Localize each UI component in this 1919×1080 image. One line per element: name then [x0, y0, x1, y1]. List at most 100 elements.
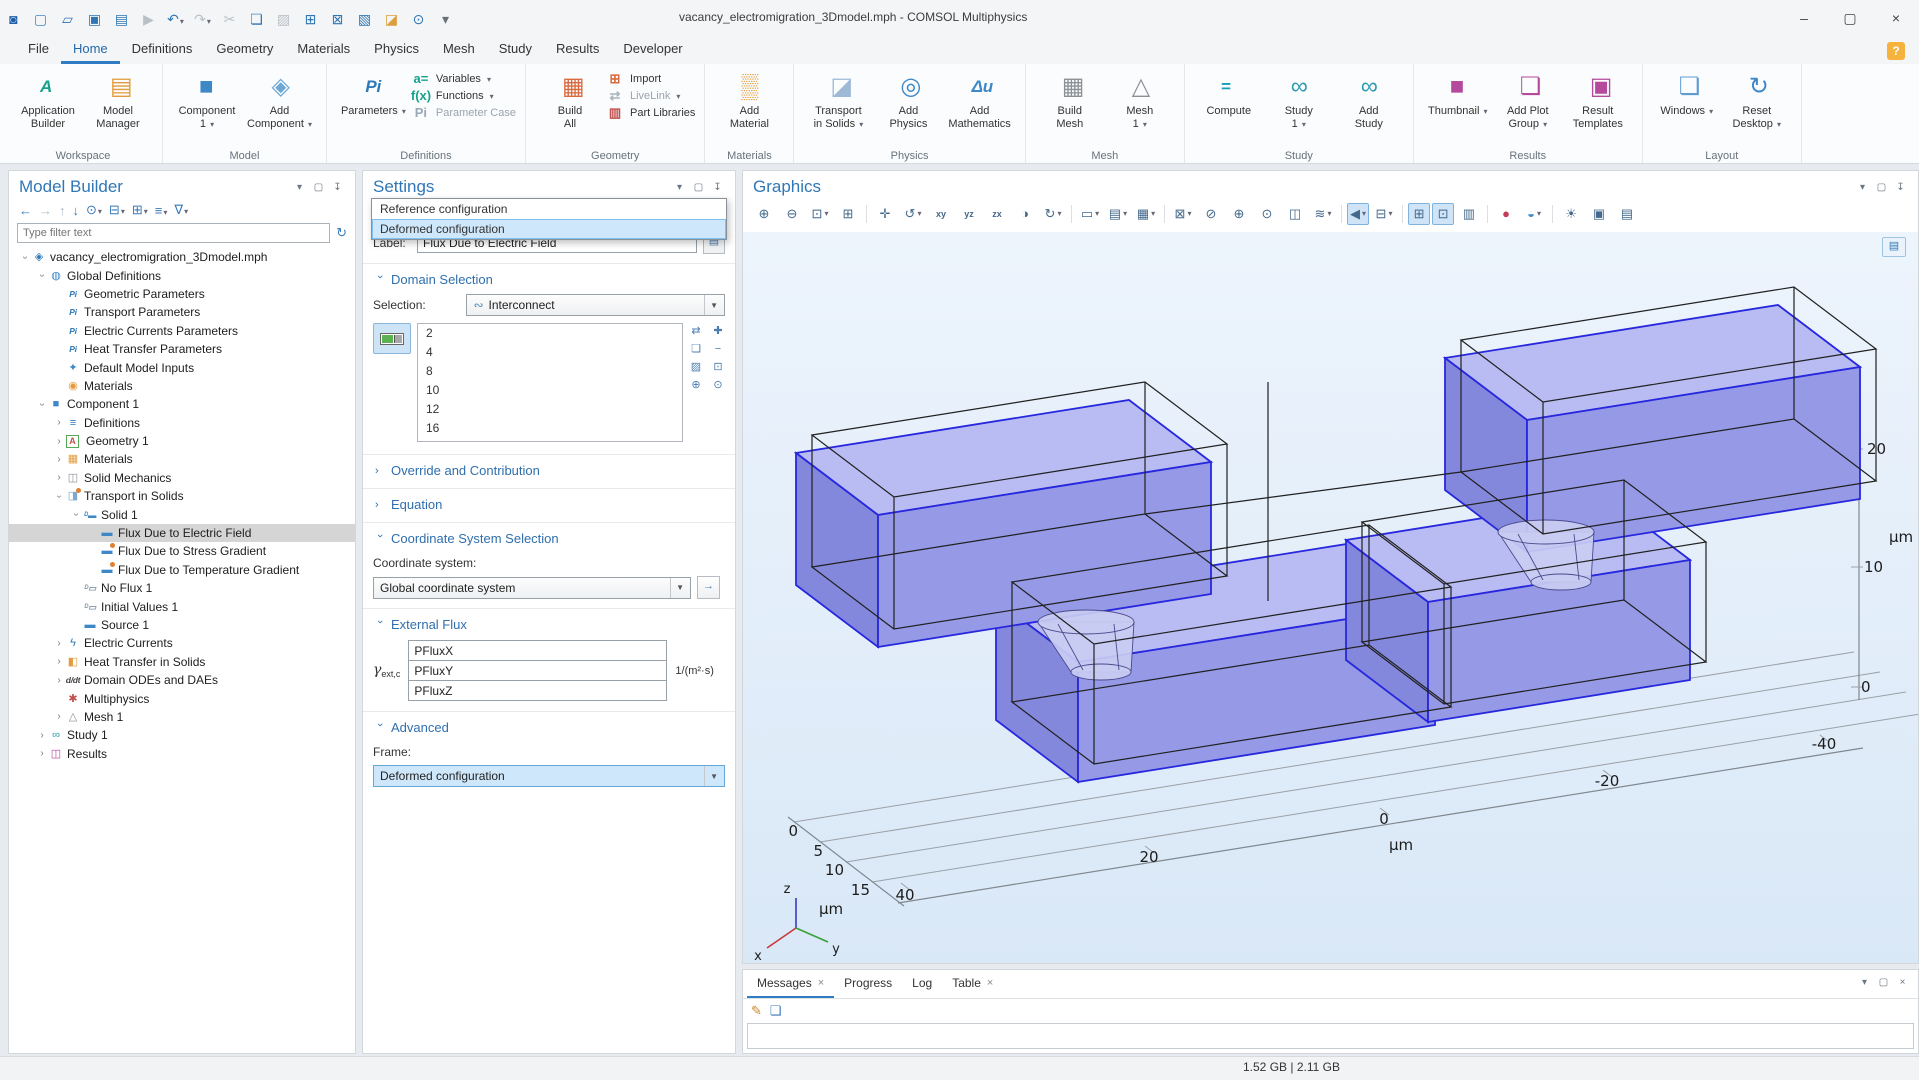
panel-menu-icon[interactable]: ▾ — [1857, 977, 1872, 988]
panel-menu-icon[interactable]: ▾ — [1855, 182, 1870, 193]
study-node-button[interactable]: ∞Study 1 ▾ — [1264, 67, 1334, 133]
tab-close-icon[interactable]: × — [818, 977, 824, 989]
tree-item[interactable]: ›◈vacancy_electromigration_3Dmodel.mph — [9, 248, 355, 266]
zoom-extents-icon[interactable]: ⊞ — [835, 203, 861, 225]
float-panel-icon[interactable]: ▢ — [1876, 977, 1891, 988]
domain-list-item[interactable]: 4 — [418, 343, 682, 362]
plot-settings-icon[interactable]: ▤▾ — [1105, 203, 1131, 225]
windows-button[interactable]: ❏Windows ▾ — [1652, 67, 1722, 120]
open-file-icon[interactable]: ▱ — [54, 4, 81, 34]
color-theme-icon[interactable]: ◒▾ — [1521, 203, 1547, 225]
rotate-90-icon[interactable]: ◑ — [1012, 203, 1038, 225]
functions-button[interactable]: f(x)Functions▾ — [411, 90, 516, 102]
split-view-icon[interactable]: ⊟▾ — [1371, 203, 1397, 225]
parameter-case-button[interactable]: PiParameter Case — [411, 107, 516, 119]
toolbar-options-icon[interactable]: ▾ — [432, 4, 459, 34]
duplicate-icon[interactable]: ⊞ — [297, 4, 324, 34]
compute-button[interactable]: =Compute — [1194, 67, 1264, 120]
float-panel-icon[interactable]: ▢ — [311, 182, 326, 193]
zoom-selected-icon[interactable]: ⊕ — [1226, 203, 1252, 225]
copy-icon[interactable]: ❏ — [243, 4, 270, 34]
show-selected-icon[interactable]: ⊙ — [1254, 203, 1280, 225]
clip-planes-icon[interactable]: ≋▾ — [1310, 203, 1336, 225]
move-up-icon[interactable]: ↑ — [59, 203, 66, 218]
thumbnail-button[interactable]: ■Thumbnail ▾ — [1423, 67, 1493, 120]
select-box-icon[interactable]: ⊡ — [709, 359, 727, 375]
tree-item[interactable]: ›◨Transport in Solids — [9, 487, 355, 505]
float-panel-icon[interactable]: ▢ — [1874, 182, 1889, 193]
variables-button[interactable]: a=Variables▾ — [411, 73, 516, 85]
minimize-button[interactable]: – — [1781, 0, 1827, 37]
tree-item[interactable]: ›■Component 1 — [9, 395, 355, 413]
tree-item[interactable]: ›◫Solid Mechanics — [9, 469, 355, 487]
refresh-icon[interactable]: ↻ — [336, 225, 347, 241]
new-file-icon[interactable]: ▢ — [27, 4, 54, 34]
tree-item[interactable]: ›ϟElectric Currents — [9, 634, 355, 652]
flux-z-input[interactable] — [408, 680, 667, 701]
expander-closed-icon[interactable]: › — [53, 711, 65, 722]
tree-item[interactable]: ▬Flux Due to Temperature Gradient — [9, 561, 355, 579]
tree-item[interactable]: ✱Multiphysics — [9, 689, 355, 707]
expander-closed-icon[interactable]: › — [53, 436, 65, 447]
domain-list-item[interactable]: 10 — [418, 381, 682, 400]
selection-combo[interactable]: ∾ Interconnect ▼ — [466, 294, 725, 316]
close-button[interactable]: × — [1873, 0, 1919, 37]
tree-item[interactable]: ›≡Definitions — [9, 414, 355, 432]
chevron-right-icon[interactable]: › — [375, 499, 385, 511]
tree-item[interactable]: PiTransport Parameters — [9, 303, 355, 321]
tree-item[interactable]: ▬Flux Due to Electric Field — [9, 524, 355, 542]
expander-closed-icon[interactable]: › — [53, 472, 65, 483]
expander-closed-icon[interactable]: › — [53, 454, 65, 465]
menu-materials[interactable]: Materials — [285, 37, 362, 64]
flux-x-input[interactable] — [408, 640, 667, 661]
tree-item[interactable]: PiGeometric Parameters — [9, 285, 355, 303]
cut-icon[interactable]: ✂ — [216, 4, 243, 34]
pin-panel-icon[interactable]: ↧ — [330, 182, 345, 193]
paste-icon[interactable]: ▨ — [270, 4, 297, 34]
close-panel-icon[interactable]: × — [1895, 977, 1910, 988]
menu-geometry[interactable]: Geometry — [204, 37, 285, 64]
panel-menu-icon[interactable]: ▾ — [672, 182, 687, 193]
zoom-in-icon[interactable]: ⊕ — [751, 203, 777, 225]
redo-icon[interactable]: ↷▾ — [189, 4, 216, 34]
transparency-icon[interactable]: ◫ — [1282, 203, 1308, 225]
zoom-box-icon[interactable]: ⊡▾ — [807, 203, 833, 225]
tree-item[interactable]: ›◍Global Definitions — [9, 266, 355, 284]
show-icon[interactable]: ⊙▾ — [86, 202, 102, 218]
back-icon[interactable]: ← — [19, 203, 32, 218]
expander-open-icon[interactable]: › — [37, 398, 48, 410]
tree-item[interactable]: ᴰ▭No Flux 1 — [9, 579, 355, 597]
add-study-button[interactable]: ∞Add Study — [1334, 67, 1404, 133]
tree-item[interactable]: ›△Mesh 1 — [9, 708, 355, 726]
show-axes-icon[interactable]: ⊡ — [1432, 203, 1454, 225]
expander-closed-icon[interactable]: › — [53, 417, 65, 428]
frame-combo[interactable]: Deformed configuration ▼ — [373, 765, 725, 787]
comsol-logo-icon[interactable]: ◙ — [0, 4, 27, 34]
deselect-icon[interactable]: ⊘ — [1198, 203, 1224, 225]
float-panel-icon[interactable]: ▢ — [691, 182, 706, 193]
flux-y-input[interactable] — [408, 660, 667, 681]
undo-icon[interactable]: ↶▾ — [162, 4, 189, 34]
frame-option[interactable]: Deformed configuration — [372, 219, 726, 239]
pin-panel-icon[interactable]: ↧ — [1893, 182, 1908, 193]
add-component-button[interactable]: ◈Add Component ▾ — [242, 67, 317, 133]
expander-closed-icon[interactable]: › — [53, 675, 65, 686]
import-button[interactable]: ⊞Import — [605, 73, 695, 85]
save-as-icon[interactable]: ▤ — [108, 4, 135, 34]
domain-list-item[interactable]: 16 — [418, 419, 682, 438]
tree-item[interactable]: ᴰ▭Initial Values 1 — [9, 597, 355, 615]
add-material-button[interactable]: ▒Add Material — [714, 67, 784, 133]
expander-closed-icon[interactable]: › — [36, 748, 48, 759]
zoom-out-icon[interactable]: ⊖ — [779, 203, 805, 225]
expander-closed-icon[interactable]: › — [36, 730, 48, 741]
domain-list-item[interactable]: 12 — [418, 400, 682, 419]
save-icon[interactable]: ▣ — [81, 4, 108, 34]
chevron-down-icon[interactable]: › — [374, 534, 386, 544]
expander-open-icon[interactable]: › — [71, 509, 82, 521]
tree-item[interactable]: PiHeat Transfer Parameters — [9, 340, 355, 358]
add-mathematics-button[interactable]: ΔuAdd Mathematics — [943, 67, 1015, 133]
remove-from-selection-icon[interactable]: − — [709, 341, 727, 357]
build-all-button[interactable]: ▦Build All — [535, 67, 605, 133]
mesh-node-button[interactable]: △Mesh 1 ▾ — [1105, 67, 1175, 133]
help-icon[interactable]: ? — [1887, 42, 1905, 60]
